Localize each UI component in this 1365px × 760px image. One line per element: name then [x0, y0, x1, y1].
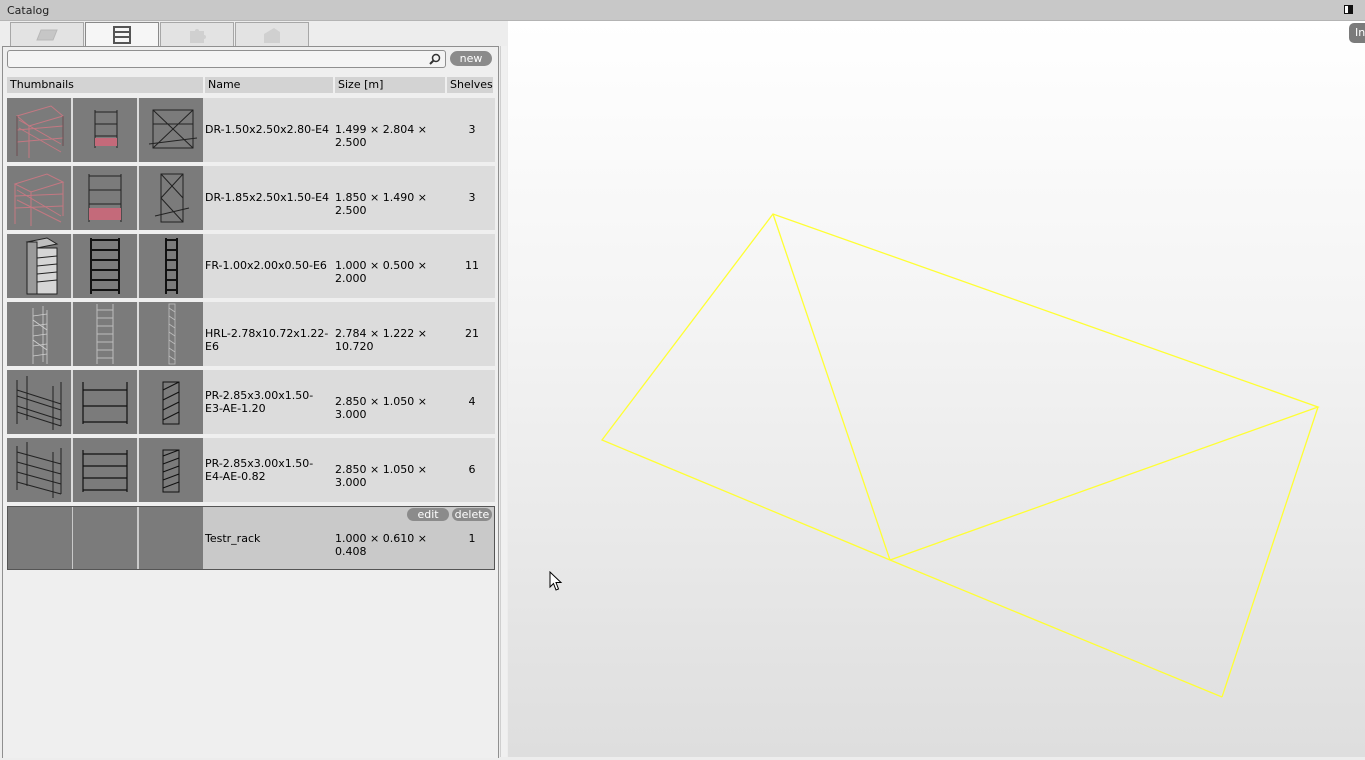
rack-shelves: 1: [468, 532, 476, 545]
tab-floors[interactable]: [10, 22, 84, 46]
rack-thumbnail-side: [139, 302, 203, 366]
floor-plan-icon: [36, 29, 58, 40]
tab-racks[interactable]: [85, 22, 159, 47]
rack-thumbnail-side: [139, 166, 203, 230]
rack-thumbnail-perspective: [7, 234, 71, 298]
column-name[interactable]: Name: [205, 77, 333, 93]
rack-shelves: 3: [468, 191, 476, 204]
rack-thumbnail-perspective: [7, 370, 71, 434]
table-row[interactable]: DR-1.50x2.50x2.80-E4 1.499 × 2.804 × 2.5…: [7, 98, 495, 162]
rack-thumbnail-perspective: [7, 302, 71, 366]
search-input[interactable]: [12, 51, 422, 66]
rack-thumbnail-front: [73, 234, 137, 298]
edit-button[interactable]: edit: [407, 508, 449, 521]
rack-thumbnail-side: [139, 98, 203, 162]
rack-size: 1.850 × 1.490 × 2.500: [335, 191, 427, 217]
rack-wireframe: [600, 213, 1320, 698]
rack-thumbnail-front: [73, 166, 137, 230]
rack-thumbnail-side: [139, 234, 203, 298]
rack-name: FR-1.00x2.00x0.50-E6: [205, 259, 327, 272]
rack-thumbnail-side: [139, 507, 203, 569]
rack-size: 1.000 × 0.610 × 0.408: [335, 532, 427, 558]
column-thumbnails[interactable]: Thumbnails: [7, 77, 203, 93]
new-button[interactable]: new: [450, 51, 492, 66]
table-row[interactable]: PR-2.85x3.00x1.50-E4-AE-0.82 2.850 × 1.0…: [7, 438, 495, 502]
rack-thumbnail-front: [73, 302, 137, 366]
table-row[interactable]: DR-1.85x2.50x1.50-E4 1.850 × 1.490 × 2.5…: [7, 166, 495, 230]
tab-components[interactable]: [160, 22, 234, 46]
rack-name: DR-1.85x2.50x1.50-E4: [205, 191, 330, 204]
delete-button[interactable]: delete: [452, 508, 492, 521]
table-row[interactable]: HRL-2.78x10.72x1.22-E6 2.784 × 1.222 × 1…: [7, 302, 495, 366]
rack-thumbnail-front: [73, 438, 137, 502]
window-title: Catalog: [7, 4, 50, 17]
table-row[interactable]: PR-2.85x3.00x1.50-E3-AE-1.20 2.850 × 1.0…: [7, 370, 495, 434]
rack-shelves: 11: [465, 259, 479, 272]
column-size[interactable]: Size [m]: [335, 77, 445, 93]
rack-size: 1.499 × 2.804 × 2.500: [335, 123, 427, 149]
rack-thumbnail-perspective: [7, 438, 71, 502]
3d-viewport[interactable]: [508, 21, 1365, 757]
tab-buildings[interactable]: [235, 22, 309, 46]
catalog-panel: new Thumbnails Name Size [m] Shelves DR-…: [2, 46, 499, 758]
info-button[interactable]: In: [1349, 23, 1365, 43]
search-icon[interactable]: [429, 53, 441, 65]
rack-icon: [113, 26, 131, 44]
building-icon: [264, 27, 280, 43]
puzzle-icon: [190, 28, 206, 43]
rack-size: 2.850 × 1.050 × 3.000: [335, 395, 427, 421]
rack-thumbnail-side: [139, 370, 203, 434]
rack-shelves: 4: [468, 395, 476, 408]
rack-name: Testr_rack: [205, 532, 261, 545]
search-field[interactable]: [7, 50, 446, 68]
rack-size: 2.784 × 1.222 × 10.720: [335, 327, 427, 353]
table-row[interactable]: FR-1.00x2.00x0.50-E6 1.000 × 0.500 × 2.0…: [7, 234, 495, 298]
table-row-selected[interactable]: edit delete Testr_rack 1.000 × 0.610 × 0…: [7, 506, 495, 570]
rack-thumbnail-perspective: [7, 166, 71, 230]
rack-size: 2.850 × 1.050 × 3.000: [335, 463, 427, 489]
rack-shelves: 3: [468, 123, 476, 136]
rack-thumbnail-front: [73, 507, 137, 569]
float-toggle-icon[interactable]: [1344, 5, 1353, 14]
rack-size: 1.000 × 0.500 × 2.000: [335, 259, 427, 285]
rack-name: HRL-2.78x10.72x1.22-E6: [205, 327, 329, 353]
rack-name: PR-2.85x3.00x1.50-E4-AE-0.82: [205, 457, 314, 483]
rack-shelves: 21: [465, 327, 479, 340]
rack-name: PR-2.85x3.00x1.50-E3-AE-1.20: [205, 389, 314, 415]
rack-thumbnail-perspective: [7, 98, 71, 162]
rack-thumbnail-front: [73, 370, 137, 434]
title-bar: Catalog: [0, 0, 1365, 21]
rack-name: DR-1.50x2.50x2.80-E4: [205, 123, 330, 136]
column-shelves[interactable]: Shelves: [447, 77, 493, 93]
mouse-cursor-icon: [549, 571, 563, 591]
rack-thumbnail-perspective: [8, 507, 72, 569]
rack-thumbnail-side: [139, 438, 203, 502]
rack-shelves: 6: [468, 463, 476, 476]
rack-thumbnail-front: [73, 98, 137, 162]
panel-splitter[interactable]: [500, 46, 507, 757]
